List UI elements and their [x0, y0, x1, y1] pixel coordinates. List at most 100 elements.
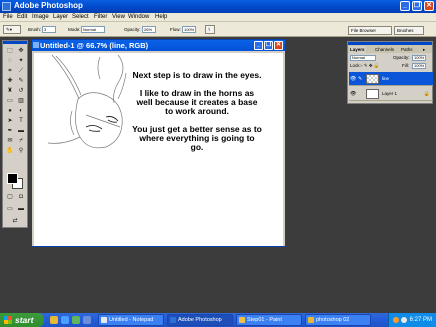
path-selection-tool-icon[interactable]: ➤ [5, 117, 15, 126]
blend-mode-select[interactable]: Normal [350, 55, 376, 61]
mode-label: Mode: [68, 27, 81, 32]
doc-minimize-button[interactable]: _ [254, 41, 263, 50]
visibility-eye-icon[interactable]: 👁 [350, 76, 356, 82]
lock-icons[interactable]: ▫ ✎ ✥ 🔒 [361, 62, 380, 70]
taskbar-notepad[interactable]: Untitled - Notepad [98, 314, 164, 326]
jump-to-imageready-icon[interactable]: ⇄ [10, 217, 20, 226]
photoshop-icon [170, 317, 176, 323]
quicklaunch-ie-icon[interactable] [61, 316, 69, 324]
taskbar-paint[interactable]: Step01 - Paint [236, 314, 302, 326]
clone-stamp-tool-icon[interactable]: ♜ [5, 87, 15, 96]
move-tool-icon[interactable]: ✥ [16, 47, 26, 56]
menu-window[interactable]: Window [128, 14, 149, 20]
file-browser-tab[interactable]: File Browser [348, 26, 392, 35]
document-canvas[interactable]: Next step is to draw in the eyes. I like… [34, 53, 283, 246]
brush-tool-icon[interactable]: ✎ [16, 77, 26, 86]
menu-filter[interactable]: Filter [94, 14, 107, 20]
tray-app-icon[interactable] [393, 317, 399, 323]
layer-thumbnail [366, 74, 379, 84]
type-tool-icon[interactable]: T [16, 117, 26, 126]
opacity-field[interactable]: 26% [142, 26, 156, 33]
menu-file[interactable]: File [3, 14, 13, 20]
taskbar-photoshop-label: Adobe Photoshop [178, 317, 222, 323]
menu-select[interactable]: Select [72, 14, 89, 20]
eraser-tool-icon[interactable]: ▭ [5, 97, 15, 106]
brushes-tab[interactable]: Brushes [394, 26, 424, 35]
layer-row-line[interactable]: 👁 ✎ line [349, 72, 433, 86]
brush-label: Brush: [28, 27, 42, 32]
crop-tool-icon[interactable]: ⌗ [5, 67, 15, 76]
layer-opacity-label: Opacity: [393, 55, 410, 60]
airbrush-toggle[interactable]: ⌇ [205, 25, 215, 34]
palette-menu-icon[interactable]: ▸ [422, 46, 426, 53]
blur-tool-icon[interactable]: ● [5, 107, 15, 116]
tab-channels[interactable]: Channels [374, 46, 395, 53]
visibility-eye-icon[interactable]: 👁 [350, 91, 356, 97]
document-title-bar[interactable]: Untitled-1 @ 66.7% (line, RGB) _ ❐ ✕ [32, 40, 285, 51]
mode-select[interactable]: Normal [81, 26, 105, 33]
quick-mask-mode-icon[interactable]: ◘ [16, 193, 26, 202]
taskbar-folder[interactable]: photoshop 02 [305, 314, 371, 326]
folder-icon [308, 317, 314, 323]
tab-layers[interactable]: Layers [349, 46, 366, 53]
doc-close-button[interactable]: ✕ [274, 41, 283, 50]
start-label: start [15, 315, 34, 325]
close-button[interactable]: ✕ [424, 1, 434, 11]
shape-tool-icon[interactable]: ▬ [16, 127, 26, 136]
flow-label: Flow: [170, 27, 181, 32]
layer-opacity-field[interactable]: 100% [412, 55, 426, 61]
quicklaunch-desktop-icon[interactable] [83, 316, 91, 324]
hand-tool-icon[interactable]: ✋ [5, 147, 15, 156]
menu-image[interactable]: Image [32, 14, 49, 20]
lasso-tool-icon[interactable]: ◌ [5, 57, 15, 66]
gradient-tool-icon[interactable]: ▥ [16, 97, 26, 106]
marquee-tool-icon[interactable]: ⬚ [5, 47, 15, 56]
minimize-button[interactable]: _ [400, 1, 410, 11]
brush-size-picker[interactable]: 3 [42, 26, 56, 33]
layer-fill-field[interactable]: 100% [412, 63, 426, 69]
lock-label: Lock: [350, 63, 361, 68]
document-icon [33, 42, 39, 48]
dodge-tool-icon[interactable]: ◐ [16, 107, 26, 116]
quicklaunch-media-icon[interactable] [72, 316, 80, 324]
eyedropper-tool-icon[interactable]: ⌿ [16, 137, 26, 146]
tray-volume-icon[interactable] [401, 317, 407, 323]
fill-label: Fill: [402, 63, 409, 68]
notepad-icon [101, 317, 107, 323]
taskbar-photoshop[interactable]: Adobe Photoshop [167, 314, 233, 326]
standard-mode-icon[interactable]: ▢ [5, 193, 15, 202]
taskbar-paint-label: Step01 - Paint [247, 317, 282, 323]
foreground-color-swatch[interactable] [7, 173, 18, 184]
layer-row-layer-1[interactable]: 👁 Layer 1 🔒 [349, 87, 433, 101]
menu-help[interactable]: Help [155, 14, 167, 20]
screen-mode-standard-icon[interactable]: ▭ [5, 205, 15, 214]
clock[interactable]: 6:27 PM [410, 317, 432, 323]
zoom-tool-icon[interactable]: ⚲ [16, 147, 26, 156]
healing-brush-tool-icon[interactable]: ✚ [5, 77, 15, 86]
quicklaunch-folder-icon[interactable] [50, 316, 58, 324]
taskbar-folder-label: photoshop 02 [316, 317, 350, 323]
taskbar: start Untitled - Notepad Adobe Photoshop… [0, 313, 436, 327]
layer-name: Layer 1 [382, 91, 398, 96]
notes-tool-icon[interactable]: ✉ [5, 137, 15, 146]
note-line-2: I like to draw in the horns as well beca… [136, 88, 258, 116]
pen-tool-icon[interactable]: ✒ [5, 127, 15, 136]
menu-view[interactable]: View [112, 14, 125, 20]
toolbox-header[interactable] [3, 41, 27, 44]
brush-link-icon: ✎ [358, 76, 363, 82]
slice-tool-icon[interactable]: ⟋ [16, 67, 26, 76]
tab-paths[interactable]: Paths [400, 46, 414, 53]
flow-field[interactable]: 100% [182, 26, 196, 33]
start-button[interactable]: start [0, 313, 44, 327]
menu-layer[interactable]: Layer [53, 14, 68, 20]
restore-button[interactable]: ❐ [412, 1, 422, 11]
tool-preset-picker[interactable]: ✎▾ [3, 25, 21, 34]
blend-opacity-row: Normal Opacity: 100% [349, 54, 433, 62]
screen-mode-full-icon[interactable]: ▬ [16, 205, 26, 214]
magic-wand-tool-icon[interactable]: ✦ [16, 57, 26, 66]
menu-edit[interactable]: Edit [17, 14, 27, 20]
system-tray: 6:27 PM [388, 313, 436, 327]
note-line-1: Next step is to draw in the eyes. [132, 70, 262, 80]
history-brush-tool-icon[interactable]: ↺ [16, 87, 26, 96]
doc-maximize-button[interactable]: ❐ [264, 41, 273, 50]
